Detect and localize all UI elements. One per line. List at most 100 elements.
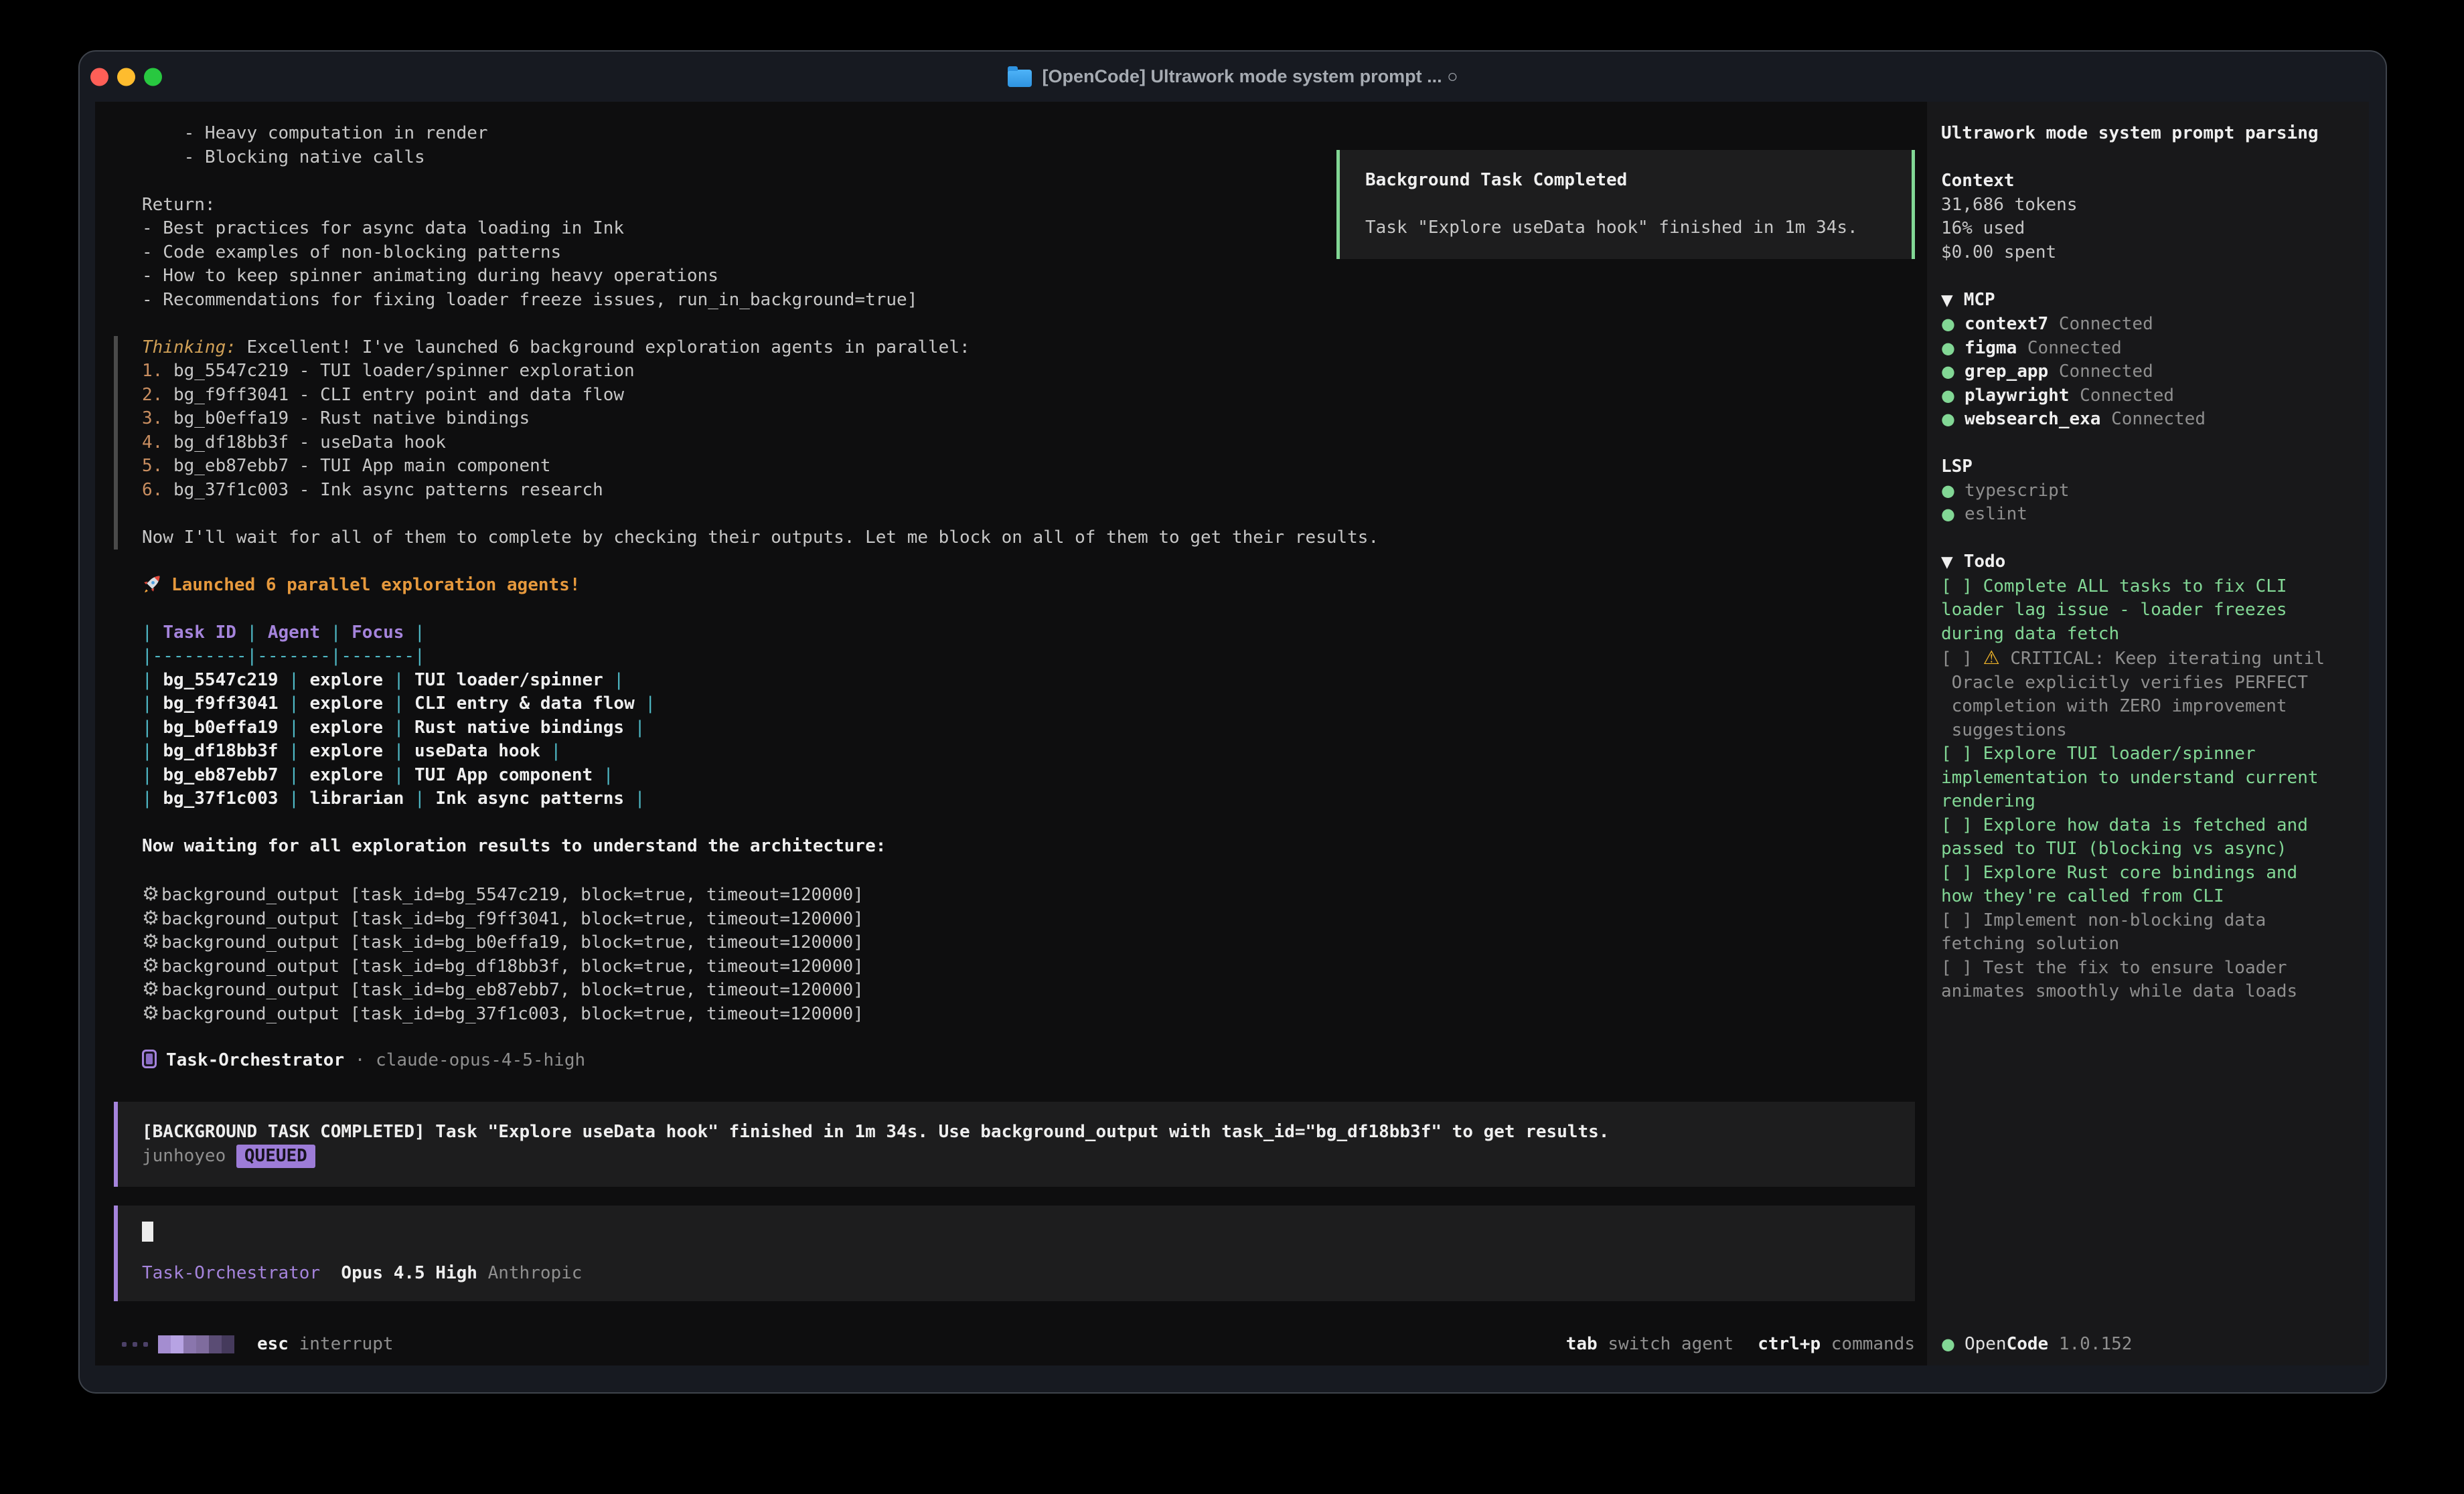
- assistant-message: Launched 6 parallel exploration agents! …: [95, 550, 1927, 1072]
- terminal-line: [ ] Test the fix to ensure loader: [1941, 957, 2357, 981]
- progress-spinner-icon: [122, 1335, 234, 1353]
- gear-icon: ⚙: [142, 977, 159, 1000]
- terminal-line: - How to keep spinner animating during h…: [95, 264, 1927, 288]
- terminal-line: [ ] ⚠ CRITICAL: Keep iterating until: [1941, 646, 2357, 671]
- folder-icon: [1008, 70, 1032, 87]
- mcp-heading: MCP: [1964, 290, 1995, 310]
- status-badge: QUEUED: [236, 1145, 315, 1169]
- mcp-item: ●figma Connected: [1941, 337, 2357, 361]
- terminal-line: [ ] Explore Rust core bindings and: [1941, 861, 2357, 886]
- mcp-item: ●grep_app Connected: [1941, 360, 2357, 384]
- terminal-line: junhoyeo QUEUED: [142, 1145, 1899, 1169]
- terminal-output[interactable]: - Heavy computation in render - Blocking…: [95, 122, 1927, 1301]
- status-dot-icon: ●: [1941, 386, 1955, 405]
- terminal-line: suggestions: [1941, 719, 2357, 743]
- terminal-line: ⚙background_output [task_id=bg_5547c219,…: [95, 882, 1927, 906]
- terminal-line: Thinking: Excellent! I've launched 6 bac…: [118, 336, 1927, 360]
- todo-heading: Todo: [1964, 552, 2006, 572]
- terminal-line: during data fetch: [1941, 622, 2357, 647]
- terminal-line: [95, 550, 1927, 574]
- terminal-line: 2. bg_f9ff3041 - CLI entry point and dat…: [118, 384, 1927, 408]
- todo-item: [ ] Test the fix to ensure loaderanimate…: [1941, 957, 2357, 1004]
- terminal-line: Now waiting for all exploration results …: [95, 835, 1927, 859]
- terminal-line: [ ] Explore TUI loader/spinner: [1941, 742, 2357, 766]
- status-dot-icon: ●: [1941, 315, 1955, 333]
- terminal-line: how they're called from CLI: [1941, 885, 2357, 909]
- terminal: - Heavy computation in render - Blocking…: [95, 102, 2369, 1365]
- traffic-lights: [90, 68, 162, 86]
- agent-model-footer: Task-Orchestrator Opus 4.5 High Anthropi…: [142, 1262, 1899, 1286]
- terminal-line: [ ] Explore how data is fetched and: [1941, 814, 2357, 838]
- terminal-line: ⚙background_output [task_id=bg_f9ff3041,…: [95, 906, 1927, 930]
- terminal-line: Launched 6 parallel exploration agents!: [95, 574, 1927, 598]
- terminal-line: [BACKGROUND TASK COMPLETED] Task "Explor…: [142, 1120, 1899, 1145]
- brand-version: 1.0.152: [2059, 1334, 2133, 1354]
- conversation-pane[interactable]: - Heavy computation in render - Blocking…: [95, 102, 1927, 1365]
- context-stat: 31,686 tokens: [1941, 193, 2357, 218]
- terminal-line: ⚙background_output [task_id=bg_df18bb3f,…: [95, 954, 1927, 978]
- lsp-server-list: ●typescript●eslint: [1941, 479, 2357, 527]
- terminal-line: rendering: [1941, 790, 2357, 814]
- terminal-line: [118, 502, 1927, 526]
- gear-icon: ⚙: [142, 882, 159, 905]
- minimize-button[interactable]: [117, 68, 135, 86]
- terminal-line: [95, 597, 1927, 621]
- terminal-line: animates smoothly while data loads: [1941, 980, 2357, 1004]
- window-title: [OpenCode] Ultrawork mode system prompt …: [1043, 66, 1458, 87]
- terminal-line: 6. bg_37f1c003 - Ink async patterns rese…: [118, 479, 1927, 503]
- terminal-line: ⚙background_output [task_id=bg_37f1c003,…: [95, 1001, 1927, 1025]
- todo-section-header[interactable]: ▼ Todo: [1941, 550, 2357, 575]
- session-title: Ultrawork mode system prompt parsing: [1941, 122, 2357, 146]
- assistant-thinking-block: Thinking: Excellent! I've launched 6 bac…: [114, 336, 1927, 550]
- sidebar: Ultrawork mode system prompt parsing Con…: [1927, 102, 2369, 1365]
- zoom-button[interactable]: [144, 68, 162, 86]
- terminal-line: [95, 811, 1927, 835]
- terminal-line: | Task ID | Agent | Focus |: [95, 621, 1927, 645]
- todo-list: [ ] Complete ALL tasks to fix CLIloader …: [1941, 575, 2357, 1004]
- text-cursor: [142, 1222, 153, 1242]
- terminal-line: ⚙background_output [task_id=bg_eb87ebb7,…: [95, 977, 1927, 1001]
- prompt-input[interactable]: Task-Orchestrator Opus 4.5 High Anthropi…: [114, 1206, 1915, 1301]
- context-heading: Context: [1941, 169, 2357, 193]
- status-dot-icon: ●: [1941, 362, 1955, 381]
- terminal-line: 3. bg_b0effa19 - Rust native bindings: [118, 407, 1927, 431]
- mcp-server-list: ●context7 Connected●figma Connected●grep…: [1941, 313, 2357, 432]
- terminal-line: | bg_f9ff3041 | explore | CLI entry & da…: [95, 692, 1927, 716]
- terminal-line: implementation to understand current: [1941, 766, 2357, 791]
- todo-item: [ ] Complete ALL tasks to fix CLIloader …: [1941, 575, 2357, 647]
- background-task-banner: [BACKGROUND TASK COMPLETED] Task "Explor…: [114, 1102, 1915, 1187]
- terminal-line: | bg_eb87ebb7 | explore | TUI App compon…: [95, 764, 1927, 788]
- terminal-line: [ ] Complete ALL tasks to fix CLI: [1941, 575, 2357, 599]
- titlebar[interactable]: [OpenCode] Ultrawork mode system prompt …: [80, 52, 2386, 102]
- close-button[interactable]: [90, 68, 108, 86]
- agent-icon: [142, 1050, 157, 1068]
- terminal-line: | bg_b0effa19 | explore | Rust native bi…: [95, 716, 1927, 740]
- toast-body: Task "Explore useData hook" finished in …: [1365, 218, 1858, 238]
- todo-item: [ ] ⚠ CRITICAL: Keep iterating until Ora…: [1941, 646, 2357, 742]
- terminal-line: 4. bg_df18bb3f - useData hook: [118, 431, 1927, 455]
- mcp-item: ●context7 Connected: [1941, 313, 2357, 337]
- collapse-arrow-icon: ▼: [1941, 554, 1953, 571]
- app-window: [OpenCode] Ultrawork mode system prompt …: [78, 50, 2387, 1394]
- context-stat: $0.00 spent: [1941, 241, 2357, 265]
- hint-switch-agent: tab switch agent: [1566, 1334, 1734, 1354]
- collapse-arrow-icon: ▼: [1941, 292, 1953, 309]
- mcp-item: ●playwright Connected: [1941, 384, 2357, 408]
- mcp-section-header[interactable]: ▼ MCP: [1941, 288, 2357, 313]
- terminal-line: [95, 312, 1927, 336]
- terminal-line: - Heavy computation in render: [95, 122, 1927, 146]
- toast-title: Background Task Completed: [1365, 170, 1627, 190]
- terminal-line: |---------|-------|-------|: [95, 645, 1927, 669]
- terminal-line: [ ] Implement non-blocking data: [1941, 909, 2357, 933]
- gear-icon: ⚙: [142, 1001, 159, 1024]
- terminal-line: ⚙background_output [task_id=bg_b0effa19,…: [95, 930, 1927, 954]
- lsp-item: ●typescript: [1941, 479, 2357, 503]
- terminal-line: Now I'll wait for all of them to complet…: [118, 526, 1927, 550]
- notification-toast[interactable]: Background Task Completed Task "Explore …: [1336, 150, 1915, 259]
- status-bar: esc interrupt tab switch agent ctrl+p co…: [95, 1328, 1927, 1365]
- terminal-line: 5. bg_eb87ebb7 - TUI App main component: [118, 454, 1927, 479]
- status-dot-icon: ●: [1941, 481, 1955, 500]
- status-dot-icon: ●: [1941, 505, 1955, 523]
- interrupt-label: interrupt: [299, 1334, 394, 1354]
- terminal-line: 1. bg_5547c219 - TUI loader/spinner expl…: [118, 359, 1927, 384]
